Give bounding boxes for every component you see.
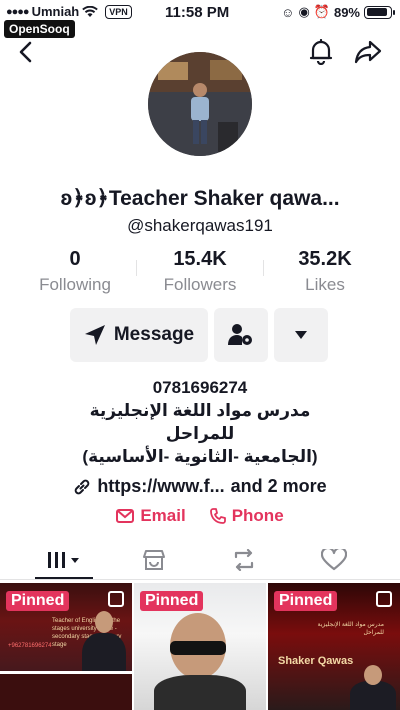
active-tab-indicator [35,577,93,579]
thumbnail-secondary [0,671,132,710]
username: @shakerqawas191 [127,216,273,235]
bio: 0781696274 مدرس مواد اللغة الإنجليزية لل… [0,376,400,468]
tab-shop[interactable] [104,544,204,576]
focus-icon: ◉ [298,4,310,19]
multi-photo-icon [108,591,124,607]
tab-liked[interactable] [284,544,384,576]
sunglasses-icon [170,641,226,655]
thumbnail-caption: مدرس مواد اللغة الإنجليزية للمراحل [317,622,384,636]
email-button[interactable]: Email [116,506,186,526]
stat-likes[interactable]: 35.2K Likes [265,248,385,295]
status-time: 11:58 PM [165,4,230,21]
video-grid: Teacher of English for the stages univer… [0,583,400,710]
video-thumbnail[interactable]: مدرس مواد اللغة الإنجليزية للمراحل Shake… [268,583,400,710]
thumbnail-name: Shaker Qawas [278,655,354,667]
email-label: Email [140,506,186,525]
link-more: and 2 more [230,476,327,496]
repost-icon [234,549,254,571]
link-url: https://www.f... [97,476,225,496]
vpn-badge: VPN [105,4,132,19]
stat-label: Likes [305,275,345,294]
caret-down-icon [295,331,307,339]
videos-grid-icon [48,552,79,568]
bio-line: (الجامعية -الثانوية -الأساسية) [82,447,318,466]
avatar-photo [148,52,252,156]
bio-line: مدرس مواد اللغة الإنجليزية [89,401,311,420]
carrier-label: Umniah [31,4,80,19]
video-thumbnail[interactable]: Pinned [134,583,266,710]
content-tabs [0,540,400,580]
send-icon [84,325,105,345]
chevron-left-icon [19,41,32,63]
wifi-icon [82,5,99,17]
thumbnail-face [364,665,382,685]
stat-divider [136,260,137,276]
stat-label: Followers [163,275,237,294]
status-left: ●●●● Umniah VPN [6,4,132,19]
bell-icon [309,39,333,65]
notification-button[interactable] [306,36,336,68]
multi-photo-icon [376,591,392,607]
phone-button[interactable]: Phone [209,506,284,526]
battery-icon [364,5,395,19]
battery-fill [366,8,387,16]
stat-label: Following [39,275,111,294]
message-label: Message [113,324,195,345]
bio-line: للمراحل [165,424,235,443]
heart-icon [321,549,347,571]
status-right: ☺ ◉ ⏰ 89% [281,4,395,20]
phone-label: Phone [231,506,284,525]
pinned-badge: Pinned [6,591,70,611]
user-settings-icon [228,324,252,345]
back-button[interactable] [12,38,40,66]
pinned-badge: Pinned [274,591,338,611]
link-icon [75,479,90,494]
alarm-icon: ⏰ [313,4,330,19]
stat-followers[interactable]: 15.4K Followers [140,248,260,295]
avatar[interactable] [148,52,252,156]
pinned-badge: Pinned [140,591,204,611]
add-friend-settings-button[interactable] [214,308,268,362]
mail-icon [116,509,135,523]
share-arrow-icon [354,40,382,64]
profile-stats: 0 Following 15.4K Followers 35.2K Likes [0,248,400,298]
thumbnail-face [95,611,113,633]
shop-icon [143,550,165,570]
contact-links: Email Phone [0,506,400,526]
bio-phone: 0781696274 [152,378,248,397]
thumbnail-person [350,681,396,710]
profile-actions: Message [0,308,400,364]
bio-link[interactable]: https://www.f... and 2 more [0,476,400,497]
stat-following[interactable]: 0 Following [15,248,135,295]
tab-videos[interactable] [14,544,114,576]
display-name: ʚ﴿ʚ﴿Teacher Shaker qawa... [60,187,340,210]
stat-value: 0 [69,248,81,270]
signal-icon: ●●●● [6,5,30,18]
face-icon: ☺ [281,4,295,20]
battery-percent: 89% [333,4,360,20]
stat-value: 15.4K [173,248,227,270]
thumbnail-person [154,675,246,710]
stat-value: 35.2K [298,248,352,270]
phone-icon [209,508,226,524]
message-button[interactable]: Message [70,308,208,362]
stat-divider [263,260,264,276]
video-thumbnail[interactable]: Teacher of English for the stages univer… [0,583,132,710]
thumbnail-phone: +962781696274 [8,643,52,649]
share-button[interactable] [352,36,384,68]
tab-reposts[interactable] [194,544,294,576]
more-dropdown-button[interactable] [274,308,328,362]
